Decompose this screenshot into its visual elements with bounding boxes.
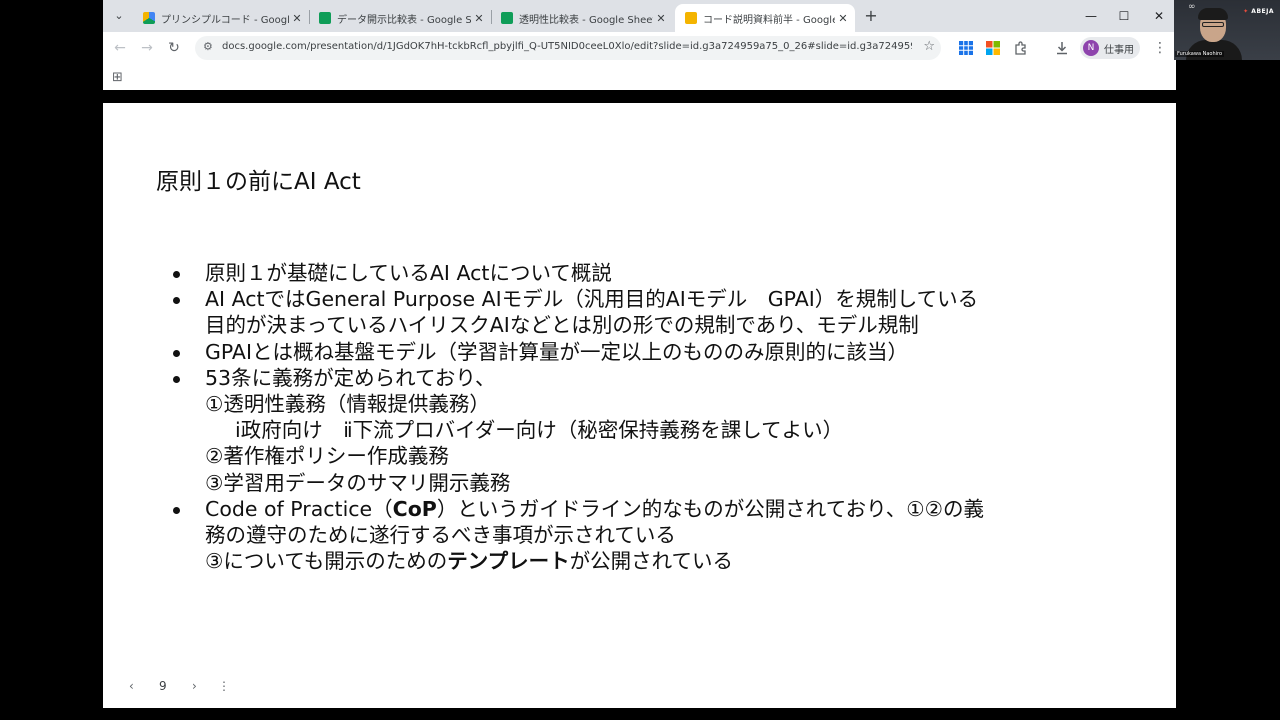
bullet-item: 原則１が基礎にしているAI Actについて概説	[165, 260, 1155, 286]
bullet-line: 53条に義務が定められており、	[205, 365, 1155, 391]
extensions-puzzle-icon[interactable]	[1014, 40, 1030, 56]
infinity-icon: ∞	[1188, 2, 1196, 12]
slide-title: 原則１の前にAI Act	[156, 169, 361, 195]
microsoft-icon[interactable]	[986, 40, 1002, 56]
text-run: GPAIとは概ね基盤モデル（学習計算量が一定以上のもののみ原則的に該当）	[205, 339, 909, 364]
slide-top-border	[103, 90, 1176, 103]
bullet-line: ③学習用データのサマリ開示義務	[205, 470, 1155, 496]
browser-tab[interactable]: データ開示比較表 - Google Shee✕	[309, 4, 491, 32]
browser-window: ⌄ プリンシプルコード - Google Drive✕データ開示比較表 - Go…	[103, 0, 1176, 720]
tab-close-icon[interactable]: ✕	[835, 12, 851, 25]
text-run: 務の遵守のために遂行するべき事項が示されている	[205, 523, 676, 548]
text-run: AI ActではGeneral Purpose AIモデル（汎用目的AIモデル …	[205, 287, 979, 312]
url-text[interactable]: docs.google.com/presentation/d/1JGdOK7hH…	[222, 41, 912, 52]
back-arrow-icon[interactable]: ←	[110, 38, 130, 58]
bullet-line: 目的が決まっているハイリスクAIなどとは別の形での規制であり、モデル規制	[205, 312, 1155, 338]
slide-bullet-list: 原則１が基礎にしているAI Actについて概説 AI ActではGeneral P…	[165, 260, 1155, 574]
text-run: ③についても開示のための	[205, 549, 448, 574]
webcam-overlay: ∞ ✦ ABEJA Furukawa Naohiro	[1174, 0, 1280, 60]
bullet-dot-icon	[173, 349, 180, 357]
browser-tab[interactable]: プリンシプルコード - Google Drive✕	[133, 4, 309, 32]
bullet-item: AI ActではGeneral Purpose AIモデル（汎用目的AIモデル …	[165, 286, 1155, 338]
google-drive-icon	[143, 12, 155, 24]
google-slides-icon	[685, 12, 697, 24]
bullet-line: ②著作権ポリシー作成義務	[205, 443, 1155, 469]
webcam-logo: ✦ ABEJA	[1243, 8, 1274, 15]
text-run: Code of Practice（	[205, 496, 393, 521]
browser-tab[interactable]: 透明性比較表 - Google Sheets ✕	[491, 4, 673, 32]
address-bar[interactable]: ⚙ docs.google.com/presentation/d/1JGdOK7…	[195, 36, 941, 60]
tab-close-icon[interactable]: ✕	[471, 12, 487, 25]
bullet-line: Code of Practice（CoP）というガイドライン的なものが公開されて…	[205, 496, 1155, 522]
bullet-line: ③についても開示のためのテンプレートが公開されている	[205, 548, 1155, 574]
previous-slide-icon[interactable]: ‹	[129, 679, 134, 693]
maximize-icon[interactable]: ☐	[1114, 6, 1134, 26]
text-run: ）というガイドライン的なものが公開されており、①②の義	[436, 496, 985, 521]
bookmark-star-icon[interactable]: ☆	[923, 39, 935, 54]
slide-bottom-border	[103, 708, 1176, 720]
bullet-item: Code of Practice（CoP）というガイドライン的なものが公開されて…	[165, 496, 1155, 575]
download-icon[interactable]	[1055, 40, 1071, 56]
person-body	[1186, 40, 1242, 60]
minimize-icon[interactable]: —	[1081, 6, 1101, 26]
bullet-line: 原則１が基礎にしているAI Actについて概説	[205, 260, 1155, 286]
apps-grid-icon[interactable]: ⊞	[112, 70, 123, 85]
site-info-icon[interactable]: ⚙	[203, 40, 213, 53]
google-sheets-icon	[501, 12, 513, 24]
tab-close-icon[interactable]: ✕	[653, 12, 669, 25]
apps-bar: ⊞	[103, 64, 1176, 90]
bullet-item: 53条に義務が定められており、 ①透明性義務（情報提供義務） ⅰ政府向け ⅱ下流プロ…	[165, 365, 1155, 496]
profile-avatar: N	[1083, 40, 1099, 56]
tab-close-icon[interactable]: ✕	[289, 12, 305, 25]
bullet-line: 務の遵守のために遂行するべき事項が示されている	[205, 522, 1155, 548]
bullet-dot-icon	[173, 271, 180, 278]
text-run: ②著作権ポリシー作成義務	[205, 444, 449, 469]
text-run: 原則１が基礎にしているAI Actについて概説	[205, 261, 612, 285]
bullet-item: GPAIとは概ね基盤モデル（学習計算量が一定以上のもののみ原則的に該当）	[165, 339, 1155, 365]
text-run: ⅰ政府向け ⅱ下流プロバイダー向け（秘密保持義務を課してよい）	[235, 418, 844, 443]
participant-name: Furukawa Naohiro	[1175, 51, 1225, 57]
bullet-line: ⅰ政府向け ⅱ下流プロバイダー向け（秘密保持義務を課してよい）	[205, 417, 1155, 443]
bullet-dot-icon	[173, 506, 180, 514]
tab-title: コード説明資料前半 - Google Sli	[703, 14, 835, 26]
tab-strip: ⌄ プリンシプルコード - Google Drive✕データ開示比較表 - Go…	[103, 0, 1176, 32]
bullet-line: GPAIとは概ね基盤モデル（学習計算量が一定以上のもののみ原則的に該当）	[205, 339, 1155, 365]
screen: ⌄ プリンシプルコード - Google Drive✕データ開示比較表 - Go…	[0, 0, 1280, 720]
bold-text: CoP	[392, 496, 437, 521]
slide-options-icon[interactable]: ⋮	[218, 679, 230, 693]
slide-navigation: ‹ 9 › ⋮	[115, 674, 235, 702]
text-run: ③学習用データのサマリ開示義務	[205, 470, 511, 495]
text-run: が公開されている	[569, 549, 734, 574]
bullet-dot-icon	[173, 375, 180, 383]
browser-toolbar: ← → ↻ ⚙ docs.google.com/presentation/d/1…	[103, 32, 1176, 64]
extension-grid-icon[interactable]	[959, 40, 975, 56]
text-run: 目的が決まっているハイリスクAIなどとは別の形での規制であり、モデル規制	[205, 313, 919, 338]
bullet-dot-icon	[173, 297, 180, 305]
reload-icon[interactable]: ↻	[164, 38, 184, 58]
browser-menu-icon[interactable]: ⋮	[1153, 40, 1167, 56]
slide-page-number: 9	[159, 679, 167, 693]
new-tab-button[interactable]: +	[861, 6, 881, 26]
slide-area: 原則１の前にAI Act 原則１が基礎にしているAI Actについて概説 AI A…	[103, 90, 1176, 720]
text-run: ①透明性義務（情報提供義務）	[205, 392, 490, 417]
browser-tab[interactable]: コード説明資料前半 - Google Sli✕	[675, 4, 855, 32]
google-sheets-icon	[319, 12, 331, 24]
profile-label: 仕事用	[1104, 45, 1134, 56]
tab-title: データ開示比較表 - Google Shee	[337, 14, 471, 26]
profile-button[interactable]: N 仕事用	[1080, 37, 1140, 59]
text-run: 53条に義務が定められており、	[205, 365, 496, 390]
forward-arrow-icon[interactable]: →	[137, 38, 157, 58]
bullet-line: ①透明性義務（情報提供義務）	[205, 391, 1155, 417]
next-slide-icon[interactable]: ›	[192, 679, 197, 693]
tab-title: 透明性比較表 - Google Sheets	[519, 14, 653, 26]
bullet-line: AI ActではGeneral Purpose AIモデル（汎用目的AIモデル …	[205, 286, 1155, 312]
tab-title: プリンシプルコード - Google Drive	[161, 14, 289, 26]
tab-search-chevron-icon[interactable]: ⌄	[109, 6, 129, 26]
bold-text: テンプレート	[447, 549, 570, 574]
window-close-icon[interactable]: ✕	[1149, 6, 1169, 26]
